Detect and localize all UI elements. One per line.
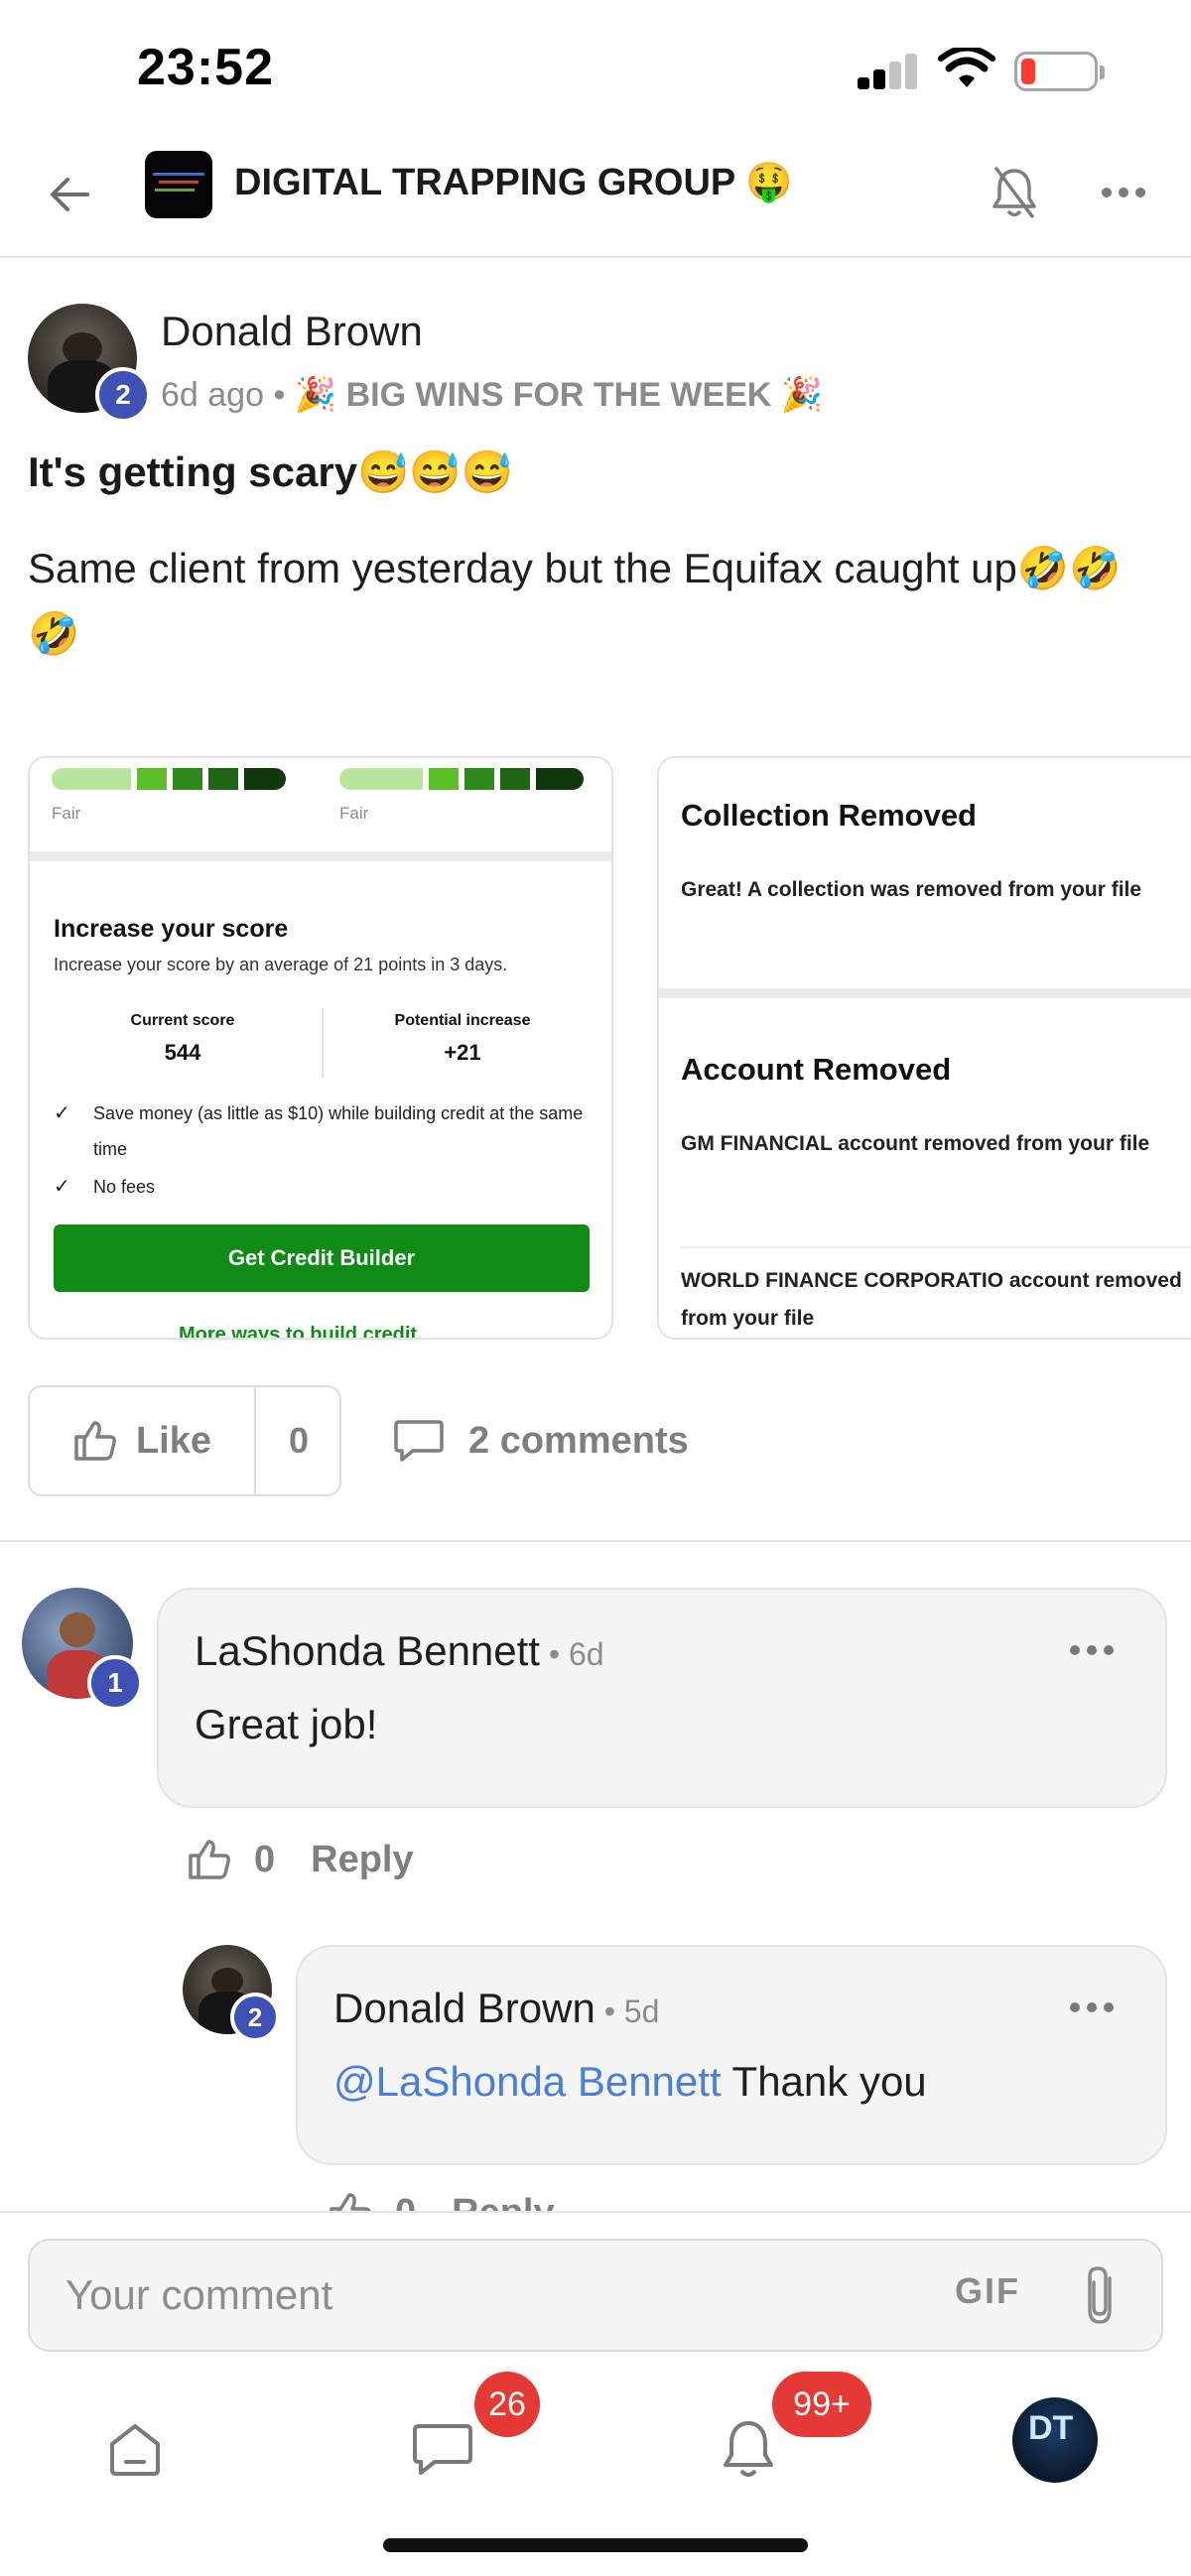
comments-button[interactable]: 2 comments [393, 1409, 689, 1473]
status-time: 23:52 [137, 39, 274, 96]
post-time: 6d ago [161, 376, 264, 414]
mute-notifications-button[interactable] [983, 157, 1046, 228]
author-level-badge: 2 [95, 367, 151, 423]
section-divider [30, 851, 611, 861]
like-count[interactable]: 0 [256, 1387, 341, 1494]
post-author-name[interactable]: Donald Brown [161, 308, 423, 355]
reply-text: @LaShonda Bennett Thank you [333, 2058, 927, 2105]
home-icon [110, 2424, 160, 2476]
benefit-item: ✓ Save money (as little as $10) while bu… [54, 1095, 590, 1167]
comment-icon [394, 1420, 444, 1462]
account-removed-heading: Account Removed [681, 1052, 952, 1087]
attachment-image-removals[interactable]: Collection Removed Great! A collection w… [657, 756, 1191, 1340]
collection-removed-text: Great! A collection was removed from you… [681, 878, 1142, 901]
thumbs-up-icon [74, 1421, 116, 1461]
comment-bubble: LaShonda Bennett • 6d Great job! [157, 1588, 1167, 1808]
signal-icon [858, 54, 919, 89]
post-title: It's getting scary😅😅😅 [28, 449, 513, 495]
row-divider [681, 1246, 1191, 1248]
get-credit-builder-button: Get Credit Builder [54, 1224, 590, 1292]
comments-count-label: 2 comments [468, 1419, 689, 1462]
bell-off-icon [992, 167, 1036, 218]
reply-level-badge: 2 [230, 1993, 280, 2042]
back-button[interactable] [38, 163, 101, 226]
mention-link[interactable]: @LaShonda Bennett [333, 2058, 722, 2105]
world-finance-removed-text: WORLD FINANCE CORPORATIO account removed… [681, 1269, 1182, 1330]
score-bar [52, 768, 286, 792]
status-bar: 23:52 [0, 0, 1191, 139]
nav-home-button[interactable] [85, 2399, 185, 2499]
check-icon: ✓ [54, 1102, 70, 1124]
more-options-button[interactable] [1092, 169, 1155, 216]
benefit-item: ✓ No fees [54, 1169, 590, 1205]
wifi-icon [938, 48, 995, 87]
attachment-image-credit-score[interactable]: Fair Fair Increase your score Increase y… [28, 756, 613, 1340]
chat-icon [413, 2424, 472, 2475]
more-ways-link: More ways to build credit [179, 1324, 418, 1340]
section-divider [659, 988, 1191, 998]
gm-financial-removed-text: GM FINANCIAL account removed from your f… [681, 1132, 1150, 1155]
gif-button[interactable]: GIF [955, 2270, 1020, 2312]
fair-label: Fair [339, 804, 369, 823]
potential-increase: Potential increase +21 [394, 1012, 531, 1065]
post-meta: 6d ago • 🎉 BIG WINS FOR THE WEEK 🎉 [161, 376, 824, 414]
group-logo[interactable] [145, 151, 212, 218]
back-arrow-icon [51, 178, 89, 211]
reply-time: 5d [623, 1994, 660, 2029]
check-icon: ✓ [54, 1176, 70, 1198]
commenter-level-badge: 1 [87, 1655, 143, 1711]
like-control: Like 0 [28, 1385, 341, 1496]
post-divider [0, 1540, 1191, 1542]
notifications-badge: 99+ [772, 2372, 871, 2437]
comment-more-button[interactable] [1062, 1635, 1122, 1665]
profile-initials: DT [1028, 2409, 1074, 2447]
comment-author[interactable]: LaShonda Bennett • 6d [195, 1627, 604, 1675]
comment-text: Great job! [195, 1701, 378, 1747]
reply-more-button[interactable] [1062, 1993, 1122, 2022]
score-divider [322, 1008, 324, 1078]
like-button[interactable]: Like [30, 1387, 256, 1494]
paperclip-icon[interactable] [1076, 2264, 1125, 2328]
score-bar [339, 768, 584, 792]
profile-avatar[interactable]: DT [1012, 2397, 1098, 2483]
increase-score-subtitle: Increase your score by an average of 21 … [54, 955, 508, 974]
current-score: Current score 544 [130, 1012, 235, 1065]
comment-actions: 0 Reply [187, 1838, 414, 1881]
fair-label: Fair [52, 804, 81, 823]
thumbs-up-icon[interactable] [187, 1838, 232, 1881]
comment-like-count: 0 [254, 1838, 276, 1880]
reply-author[interactable]: Donald Brown • 5d [333, 1985, 659, 2032]
post-category[interactable]: 🎉 BIG WINS FOR THE WEEK 🎉 [295, 376, 823, 414]
messages-badge: 26 [474, 2372, 540, 2437]
collection-removed-heading: Collection Removed [681, 798, 977, 833]
reply-button[interactable]: Reply [311, 1839, 413, 1881]
like-label: Like [135, 1419, 212, 1462]
home-indicator[interactable] [383, 2538, 808, 2552]
comment-time: 6d [568, 1636, 604, 1672]
battery-icon [1014, 52, 1105, 91]
group-name[interactable]: DIGITAL TRAPPING GROUP 🤑 [234, 161, 792, 204]
group-header: DIGITAL TRAPPING GROUP 🤑 [0, 139, 1191, 258]
increase-score-title: Increase your score [54, 915, 289, 943]
bell-icon [724, 2421, 773, 2477]
post-body: Same client from yesterday but the Equif… [28, 545, 1122, 657]
reply-bubble: Donald Brown • 5d @LaShonda Bennett Than… [296, 1945, 1167, 2165]
